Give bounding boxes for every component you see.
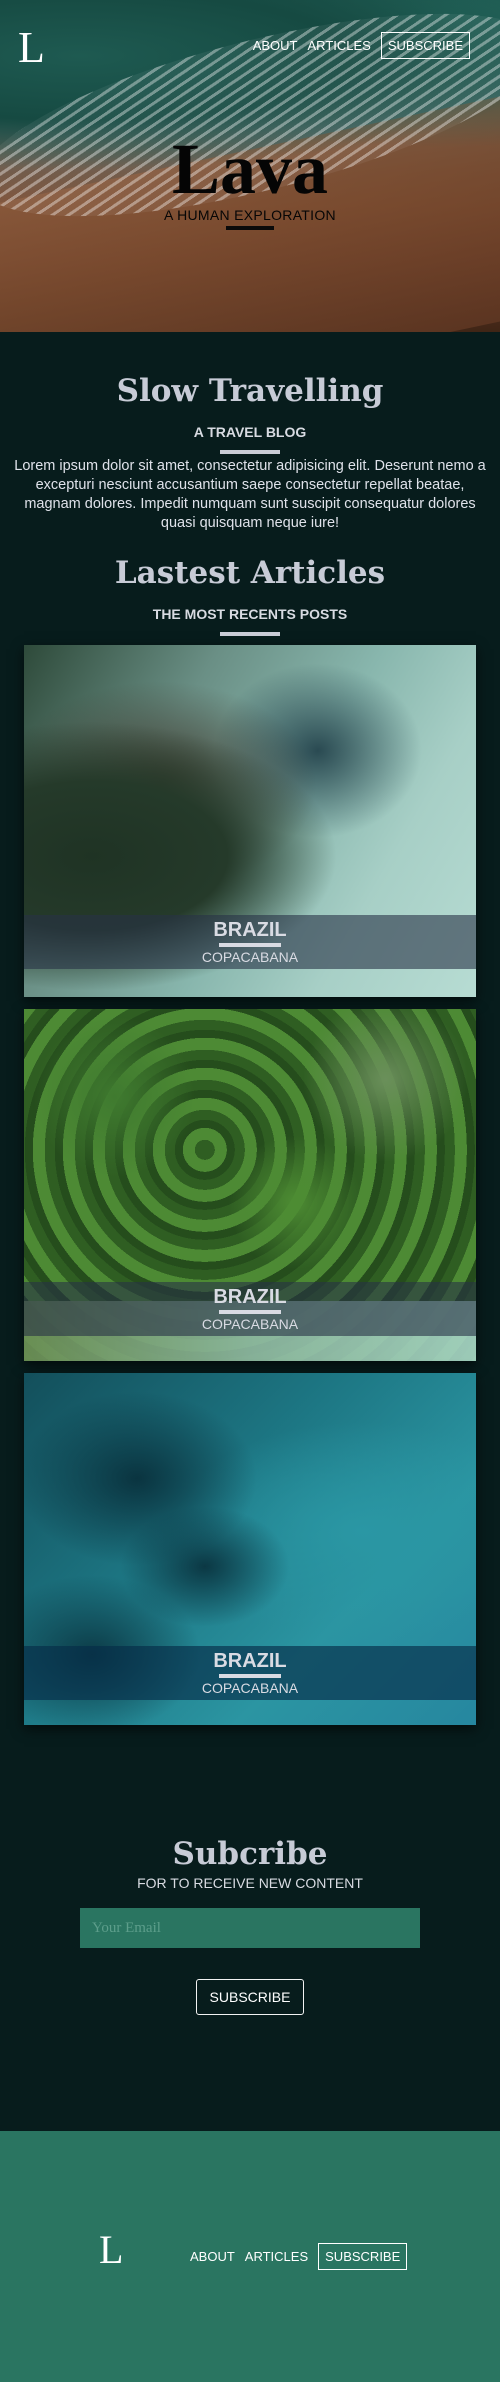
article-caption: BRAZIL COPACABANA bbox=[24, 1282, 476, 1336]
article-caption: BRAZIL COPACABANA bbox=[24, 915, 476, 969]
subscribe-title: Subcribe bbox=[172, 1836, 328, 1872]
footer-logo[interactable]: L bbox=[99, 2226, 123, 2273]
subscribe-subtitle: FOR TO RECEIVE NEW CONTENT bbox=[137, 1875, 363, 1891]
intro-subtitle: A TRAVEL BLOG bbox=[193, 424, 307, 440]
footer-subscribe-button[interactable]: SUBSCRIBE bbox=[318, 2243, 408, 2270]
nav-about-link[interactable]: ABOUT bbox=[253, 38, 298, 53]
intro-divider bbox=[220, 450, 280, 454]
article-card[interactable]: BRAZIL COPACABANA bbox=[24, 1373, 476, 1725]
footer-about-link[interactable]: ABOUT bbox=[190, 2249, 235, 2264]
article-card[interactable]: BRAZIL COPACABANA bbox=[24, 645, 476, 997]
intro-title: Slow Travelling bbox=[116, 373, 384, 409]
email-input[interactable] bbox=[80, 1908, 420, 1948]
article-divider bbox=[219, 943, 281, 947]
nav-articles-link[interactable]: ARTICLES bbox=[308, 38, 371, 53]
nav-subscribe-button[interactable]: SUBSCRIBE bbox=[380, 32, 470, 59]
article-divider bbox=[219, 1310, 281, 1314]
article-divider bbox=[219, 1674, 281, 1678]
site-logo[interactable]: L bbox=[18, 22, 45, 73]
article-card[interactable]: BRAZIL COPACABANA bbox=[24, 1009, 476, 1361]
footer-nav: ABOUT ARTICLES SUBSCRIBE bbox=[190, 2243, 408, 2270]
article-city: COPACABANA bbox=[201, 1316, 299, 1332]
hero-subtitle: A HUMAN EXPLORATION bbox=[164, 207, 336, 223]
intro-text: Lorem ipsum dolor sit amet, consectetur … bbox=[14, 458, 486, 531]
articles-title: Lastest Articles bbox=[114, 555, 386, 591]
article-country: BRAZIL bbox=[213, 1650, 287, 1672]
footer-articles-link[interactable]: ARTICLES bbox=[245, 2249, 308, 2264]
subscribe-button[interactable]: SUBSCRIBE bbox=[196, 1979, 304, 2015]
hero-title: Lava bbox=[171, 129, 329, 209]
article-city: COPACABANA bbox=[201, 949, 299, 965]
header-nav: ABOUT ARTICLES SUBSCRIBE bbox=[253, 32, 470, 59]
article-city: COPACABANA bbox=[201, 1680, 299, 1696]
article-country: BRAZIL bbox=[213, 1286, 287, 1308]
articles-subtitle: THE MOST RECENTS POSTS bbox=[152, 606, 348, 622]
articles-divider bbox=[220, 632, 280, 636]
article-country: BRAZIL bbox=[213, 919, 287, 941]
article-caption: BRAZIL COPACABANA bbox=[24, 1646, 476, 1700]
hero-divider bbox=[226, 226, 274, 230]
